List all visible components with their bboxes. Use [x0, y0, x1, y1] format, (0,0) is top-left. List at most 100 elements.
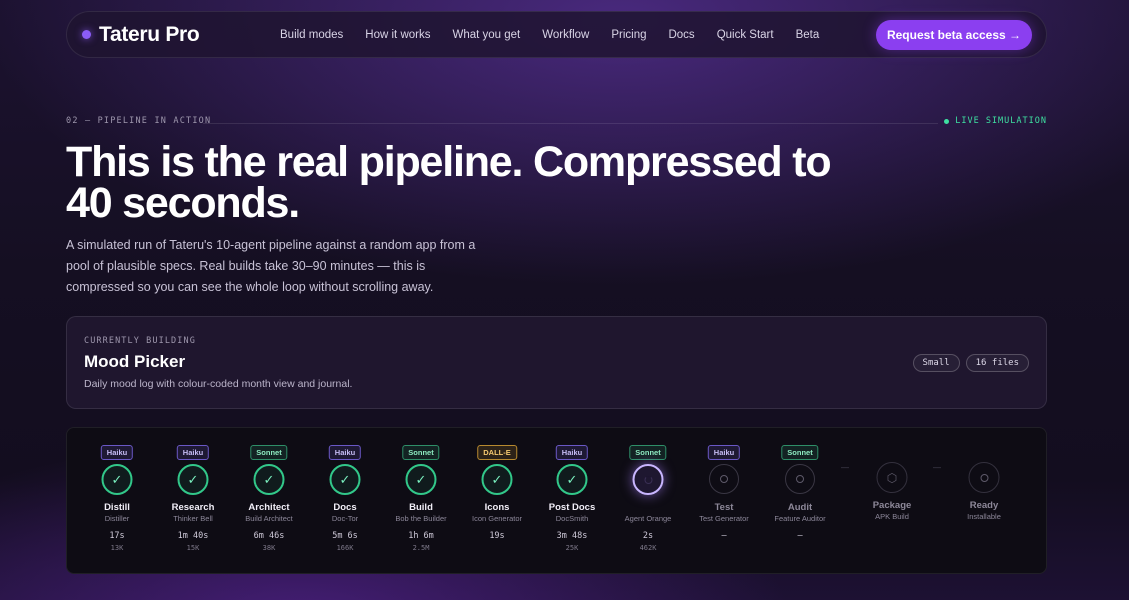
stage-time: 17s — [109, 531, 125, 541]
live-dot-icon — [944, 118, 950, 124]
current-build-description: Daily mood log with colour-coded month v… — [84, 378, 353, 390]
brand[interactable]: Tateru Pro — [82, 22, 200, 47]
stage-tokens: 15K — [186, 544, 200, 552]
nav-link-beta[interactable]: Beta — [796, 29, 820, 41]
stage-architect: Sonnet ✓ Architect Build Architect 6m 46… — [231, 428, 307, 575]
stage-name: Distill — [104, 502, 130, 513]
stage-agent: Test Generator — [699, 514, 749, 523]
current-build-title: Mood Picker — [84, 352, 186, 371]
stage-time: 19s — [489, 531, 505, 541]
stage-agent: Installable — [967, 512, 1001, 521]
model-badge: DALL-E — [477, 445, 517, 460]
stage-docs: Haiku ✓ Docs Doc-Tor 5m 6s 166K — [307, 428, 383, 575]
stage-name: Audit — [787, 502, 813, 513]
model-badge: Haiku — [555, 445, 589, 460]
stage-time: 6m 46s — [253, 531, 285, 541]
model-badge: Haiku — [100, 445, 134, 460]
stage-research: Haiku ✓ Research Thinker Bell 1m 40s 15K — [155, 428, 231, 575]
stage-time: — — [797, 531, 803, 541]
nav-link-workflow[interactable]: Workflow — [542, 29, 589, 41]
stage-icons: DALL-E ✓ Icons Icon Generator 19s — [459, 428, 535, 575]
live-label: LIVE SIMULATION — [955, 116, 1047, 126]
stage-status: ✓ — [253, 464, 285, 495]
model-badge: Sonnet — [781, 445, 819, 460]
current-build-label: CURRENTLY BUILDING — [84, 336, 196, 346]
stage-post-docs: Haiku ✓ Post Docs DocSmith 3m 48s 25K — [534, 428, 610, 575]
stage-time: 2s — [642, 531, 654, 541]
stage-name: Icons — [484, 502, 510, 513]
files-chip: 16 files — [965, 354, 1029, 372]
stage-audit: Sonnet Audit Feature Auditor — — [762, 428, 838, 575]
pending-icon — [796, 475, 804, 483]
stage-agent: DocSmith — [555, 514, 589, 523]
current-build-card: CURRENTLY BUILDING Mood Picker Daily moo… — [66, 316, 1047, 409]
stage-status-package: ⬡ — [876, 462, 908, 493]
stage-status-pending — [785, 464, 815, 494]
nav-link-docs[interactable]: Docs — [668, 29, 694, 41]
stage-name: Architect — [248, 502, 290, 513]
stage-status: ✓ — [405, 464, 437, 495]
stage-tokens: 166K — [336, 544, 354, 552]
top-nav: Tateru Pro Build modes How it works What… — [66, 11, 1047, 58]
size-chip: Small — [912, 354, 960, 372]
check-icon: ✓ — [339, 471, 351, 487]
live-indicator: LIVE SIMULATION — [944, 116, 1047, 126]
stage-status: ✓ — [177, 464, 209, 495]
nav-link-build-modes[interactable]: Build modes — [280, 29, 343, 41]
brand-name: Tateru Pro — [99, 22, 200, 46]
stage-time: 5m 6s — [332, 531, 358, 541]
nav-link-how-it-works[interactable]: How it works — [365, 29, 430, 41]
build-chips: Small 16 files — [907, 354, 1029, 372]
stage-ready: Ready Installable — [946, 428, 1022, 575]
stage-tokens: 38K — [262, 544, 276, 552]
model-badge: Haiku — [707, 445, 741, 460]
stage-name: Build — [409, 502, 433, 513]
model-badge: Sonnet — [402, 445, 440, 460]
stage-agent: Build Architect — [245, 514, 293, 523]
stage-tokens: 13K — [110, 544, 124, 552]
check-icon: ✓ — [111, 471, 123, 487]
stage-build: Sonnet ✓ Build Bob the Builder 1h 6m 2.5… — [383, 428, 459, 575]
ready-icon — [980, 473, 988, 482]
brand-dot-icon — [82, 30, 91, 39]
stage-status: ✓ — [556, 464, 588, 495]
stage-agent: APK Build — [875, 512, 909, 521]
stage-agent: Feature Auditor — [774, 514, 826, 523]
stage-name: Docs — [333, 502, 357, 513]
stage-tokens: 462K — [639, 544, 657, 552]
stage-agent: Bob the Builder — [395, 514, 447, 523]
model-badge: Sonnet — [629, 445, 667, 460]
stage-status: ✓ — [101, 464, 133, 495]
stage-test: Haiku Test Test Generator — — [686, 428, 762, 575]
pipeline-separator: — — [841, 463, 849, 472]
check-icon: ✓ — [187, 471, 199, 487]
nav-links: Build modes How it works What you get Wo… — [280, 12, 841, 57]
nav-link-what-you-get[interactable]: What you get — [452, 29, 520, 41]
check-icon: ✓ — [415, 471, 427, 487]
stage-name: Research — [171, 502, 215, 513]
stage-status: ✓ — [329, 464, 361, 495]
stage-status: ✓ — [481, 464, 513, 495]
stage-agent: Thinker Bell — [173, 514, 213, 523]
nav-link-quick-start[interactable]: Quick Start — [717, 29, 774, 41]
spinner-icon — [644, 475, 652, 484]
stage-name: Ready — [969, 500, 999, 511]
stage-time: 3m 48s — [556, 531, 588, 541]
model-badge: Sonnet — [250, 445, 288, 460]
stage-status-pending — [709, 464, 739, 494]
request-beta-button[interactable]: Request beta access → — [876, 20, 1032, 50]
stage-agent: Distiller — [104, 514, 130, 523]
stage-distill: Haiku ✓ Distill Distiller 17s 13K — [79, 428, 155, 575]
pending-icon — [720, 475, 728, 483]
page-description: A simulated run of Tateru's 10-agent pip… — [66, 238, 476, 294]
stage-tokens: 2.5M — [412, 544, 430, 552]
model-badge: Haiku — [176, 445, 210, 460]
stage-name: Post Docs — [548, 502, 596, 513]
section-label: 02 — PIPELINE IN ACTION — [66, 116, 212, 126]
stage-status-active — [632, 464, 664, 495]
stage-agent-orange: Sonnet Agent Orange 2s 462K — [610, 428, 686, 575]
nav-link-pricing[interactable]: Pricing — [611, 29, 646, 41]
stage-name: Package — [872, 500, 912, 511]
check-icon: ✓ — [491, 471, 503, 487]
stage-agent: Doc-Tor — [331, 514, 359, 523]
